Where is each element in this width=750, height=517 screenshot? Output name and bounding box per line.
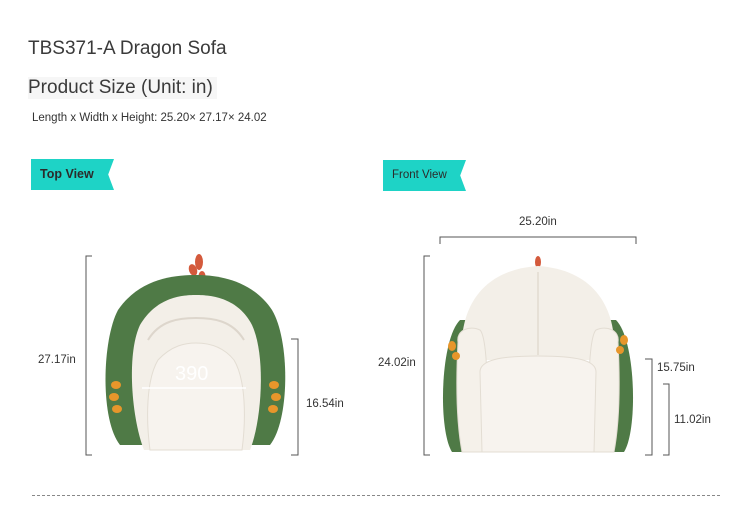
sofa-illustrations xyxy=(85,236,670,456)
divider xyxy=(32,495,720,496)
top-seat-depth-label: 16.54in xyxy=(306,398,344,410)
top-view-sofa xyxy=(85,254,299,456)
front-view-sofa xyxy=(423,236,670,456)
front-width-label: 25.20in xyxy=(519,216,557,228)
front-height-label: 24.02in xyxy=(378,357,416,369)
seat-measure-label: 390 xyxy=(175,363,209,385)
top-depth-label: 27.17in xyxy=(38,354,76,366)
front-arm-height-label: 15.75in xyxy=(657,362,695,374)
front-seat-height-label: 11.02in xyxy=(674,414,711,426)
